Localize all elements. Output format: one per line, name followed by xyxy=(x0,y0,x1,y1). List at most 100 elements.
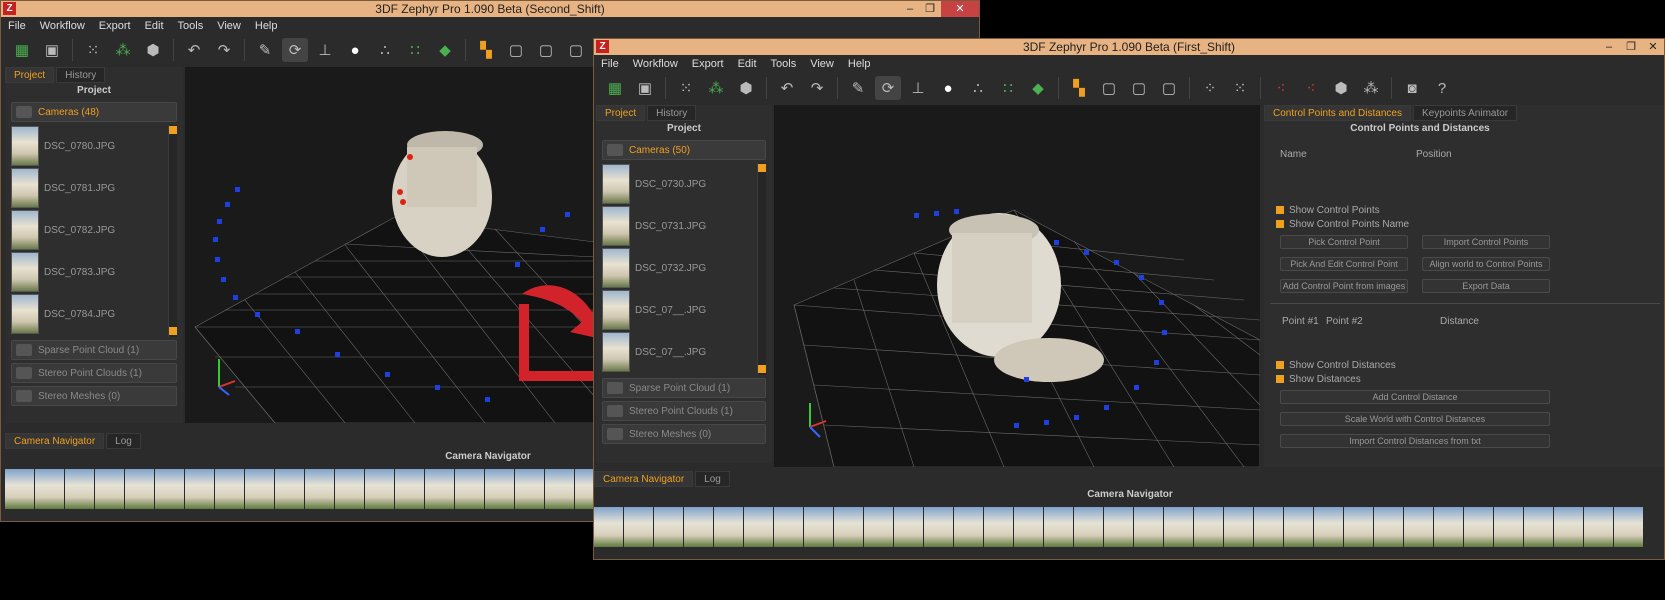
select-rect-icon[interactable]: ▢ xyxy=(1096,76,1122,100)
menu-workflow[interactable]: Workflow xyxy=(33,17,92,35)
nav-thumbnail[interactable] xyxy=(1074,507,1103,547)
menu-file[interactable]: File xyxy=(594,55,626,73)
close-icon[interactable]: ✕ xyxy=(941,1,979,17)
redo-icon[interactable]: ↷ xyxy=(804,76,830,100)
list-item[interactable]: DSC_0731.JPG xyxy=(602,205,766,247)
nav-thumbnail[interactable] xyxy=(1404,507,1433,547)
new-project-icon[interactable]: ▦ xyxy=(9,38,35,62)
nav-thumbnail[interactable] xyxy=(954,507,983,547)
menu-export[interactable]: Export xyxy=(685,55,731,73)
texture-icon[interactable]: ⁂ xyxy=(1358,76,1384,100)
select-lock-icon[interactable]: ▚ xyxy=(1066,76,1092,100)
nav-thumbnail[interactable] xyxy=(515,469,544,509)
list-item[interactable]: DSC_07__.JPG xyxy=(602,289,766,331)
cube-icon[interactable]: ◆ xyxy=(1025,76,1051,100)
tab-history[interactable]: History xyxy=(647,105,697,121)
points-icon[interactable]: ∴ xyxy=(965,76,991,100)
nav-thumbnail[interactable] xyxy=(1284,507,1313,547)
select-edit-icon[interactable]: ▢ xyxy=(1156,76,1182,100)
tab-project[interactable]: Project xyxy=(596,105,646,121)
nav-thumbnail[interactable] xyxy=(834,507,863,547)
cameras-section[interactable]: Cameras (50) xyxy=(602,140,766,160)
nav-thumbnail[interactable] xyxy=(1374,507,1403,547)
nav-thumbnail[interactable] xyxy=(804,507,833,547)
list-item[interactable]: DSC_0781.JPG xyxy=(11,167,177,209)
nav-thumbnail[interactable] xyxy=(1104,507,1133,547)
nav-thumbnail[interactable] xyxy=(1134,507,1163,547)
nav-thumbnail[interactable] xyxy=(744,507,773,547)
light-icon[interactable]: ● xyxy=(935,76,961,100)
stereo-meshes-section[interactable]: Stereo Meshes (0) xyxy=(602,424,766,444)
tab-project[interactable]: Project xyxy=(5,67,55,83)
nav-thumbnail[interactable] xyxy=(365,469,394,509)
nav-thumbnail[interactable] xyxy=(1044,507,1073,547)
nav-thumbnail[interactable] xyxy=(1434,507,1463,547)
orbit-icon[interactable]: ⟳ xyxy=(282,38,308,62)
mesh-filter-icon[interactable]: ⬢ xyxy=(1328,76,1354,100)
menu-view[interactable]: View xyxy=(803,55,841,73)
menu-export[interactable]: Export xyxy=(92,17,138,35)
select-points-icon[interactable]: ⁘ xyxy=(1197,76,1223,100)
dense-cloud-icon[interactable]: ⁂ xyxy=(110,38,136,62)
orbit-icon[interactable]: ⟳ xyxy=(875,76,901,100)
nav-thumbnail[interactable] xyxy=(1614,507,1643,547)
undo-icon[interactable]: ↶ xyxy=(181,38,207,62)
nav-thumbnail[interactable] xyxy=(1224,507,1253,547)
align-world-button[interactable]: Align world to Control Points xyxy=(1422,257,1550,271)
list-item[interactable]: DSC_0780.JPG xyxy=(11,125,177,167)
list-item[interactable]: DSC_0732.JPG xyxy=(602,247,766,289)
nav-thumbnail[interactable] xyxy=(624,507,653,547)
stereo-cloud-section[interactable]: Stereo Point Clouds (1) xyxy=(602,401,766,421)
close-icon[interactable]: ✕ xyxy=(1642,39,1664,55)
deselect-points-icon[interactable]: ⁙ xyxy=(1227,76,1253,100)
mesh-icon[interactable]: ⬢ xyxy=(140,38,166,62)
menu-edit[interactable]: Edit xyxy=(731,55,764,73)
nav-thumbnail[interactable] xyxy=(1494,507,1523,547)
nav-thumbnail[interactable] xyxy=(1464,507,1493,547)
nav-thumbnail[interactable] xyxy=(1314,507,1343,547)
stereo-meshes-section[interactable]: Stereo Meshes (0) xyxy=(11,386,177,406)
light-icon[interactable]: ● xyxy=(342,38,368,62)
menu-tools[interactable]: Tools xyxy=(764,55,804,73)
import-distances-txt-button[interactable]: Import Control Distances from txt xyxy=(1280,434,1550,448)
front-title-bar[interactable]: Z 3DF Zephyr Pro 1.090 Beta (First_Shift… xyxy=(594,39,1664,55)
back-title-bar[interactable]: Z 3DF Zephyr Pro 1.090 Beta (Second_Shif… xyxy=(1,1,979,17)
remove-points-icon[interactable]: ⁖ xyxy=(1268,76,1294,100)
show-control-distances-checkbox[interactable]: Show Control Distances xyxy=(1264,358,1664,372)
front-thumbnail-strip[interactable] xyxy=(594,507,1643,547)
points-icon[interactable]: ∴ xyxy=(372,38,398,62)
nav-thumbnail[interactable] xyxy=(395,469,424,509)
import-control-points-button[interactable]: Import Control Points xyxy=(1422,235,1550,249)
list-item[interactable]: DSC_0782.JPG xyxy=(11,209,177,251)
add-control-distance-button[interactable]: Add Control Distance xyxy=(1280,390,1550,404)
export-data-button[interactable]: Export Data xyxy=(1422,279,1550,293)
nav-thumbnail[interactable] xyxy=(245,469,274,509)
dense-points-icon[interactable]: ∷ xyxy=(402,38,428,62)
tab-camera-navigator[interactable]: Camera Navigator xyxy=(594,471,694,487)
tab-control-points[interactable]: Control Points and Distances xyxy=(1264,105,1411,121)
nav-thumbnail[interactable] xyxy=(155,469,184,509)
nav-thumbnail[interactable] xyxy=(5,469,34,509)
maximize-icon[interactable]: ❐ xyxy=(919,1,941,17)
nav-thumbnail[interactable] xyxy=(335,469,364,509)
back-thumbnail-strip[interactable] xyxy=(5,469,604,509)
menu-workflow[interactable]: Workflow xyxy=(626,55,685,73)
scale-world-button[interactable]: Scale World with Control Distances xyxy=(1280,412,1550,426)
select-poly-icon[interactable]: ▢ xyxy=(1126,76,1152,100)
minimize-icon[interactable]: – xyxy=(899,1,921,17)
select-lock-icon[interactable]: ▚ xyxy=(473,38,499,62)
list-item[interactable]: DSC_0730.JPG xyxy=(602,163,766,205)
save-icon[interactable]: ▣ xyxy=(632,76,658,100)
nav-thumbnail[interactable] xyxy=(1194,507,1223,547)
stereo-cloud-section[interactable]: Stereo Point Clouds (1) xyxy=(11,363,177,383)
tab-camera-navigator[interactable]: Camera Navigator xyxy=(5,433,105,449)
show-control-points-checkbox[interactable]: Show Control Points xyxy=(1264,203,1664,217)
mesh-icon[interactable]: ⬢ xyxy=(733,76,759,100)
maximize-icon[interactable]: ❐ xyxy=(1620,39,1642,55)
sparse-cloud-section[interactable]: Sparse Point Cloud (1) xyxy=(602,378,766,398)
nav-thumbnail[interactable] xyxy=(305,469,334,509)
show-distances-checkbox[interactable]: Show Distances xyxy=(1264,372,1664,386)
pick-edit-control-point-button[interactable]: Pick And Edit Control Point xyxy=(1280,257,1408,271)
nav-thumbnail[interactable] xyxy=(1254,507,1283,547)
undo-icon[interactable]: ↶ xyxy=(774,76,800,100)
